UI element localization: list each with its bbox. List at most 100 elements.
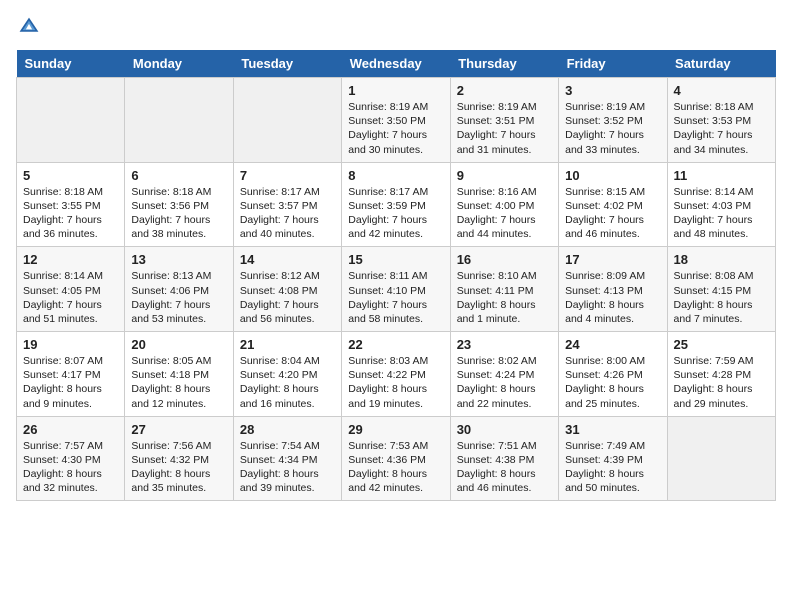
day-info: Sunset: 4:05 PM	[23, 284, 118, 298]
calendar-cell	[17, 78, 125, 163]
day-info: Sunrise: 8:07 AM	[23, 354, 118, 368]
day-number: 2	[457, 83, 552, 98]
day-number: 22	[348, 337, 443, 352]
day-info: Sunrise: 8:03 AM	[348, 354, 443, 368]
day-number: 26	[23, 422, 118, 437]
day-number: 15	[348, 252, 443, 267]
day-info: Sunset: 3:50 PM	[348, 114, 443, 128]
day-info: Sunrise: 7:56 AM	[131, 439, 226, 453]
calendar-cell: 22Sunrise: 8:03 AMSunset: 4:22 PMDayligh…	[342, 332, 450, 417]
weekday-header-saturday: Saturday	[667, 50, 775, 78]
day-info: Sunset: 4:13 PM	[565, 284, 660, 298]
day-info: Sunrise: 8:00 AM	[565, 354, 660, 368]
calendar-cell: 13Sunrise: 8:13 AMSunset: 4:06 PMDayligh…	[125, 247, 233, 332]
weekday-header-wednesday: Wednesday	[342, 50, 450, 78]
day-info: Daylight: 8 hours and 32 minutes.	[23, 467, 118, 495]
day-info: Daylight: 8 hours and 16 minutes.	[240, 382, 335, 410]
day-info: Sunset: 4:28 PM	[674, 368, 769, 382]
day-info: Daylight: 7 hours and 46 minutes.	[565, 213, 660, 241]
day-info: Daylight: 7 hours and 56 minutes.	[240, 298, 335, 326]
calendar-cell: 9Sunrise: 8:16 AMSunset: 4:00 PMDaylight…	[450, 162, 558, 247]
day-info: Sunrise: 8:11 AM	[348, 269, 443, 283]
day-info: Sunrise: 8:02 AM	[457, 354, 552, 368]
day-number: 29	[348, 422, 443, 437]
day-number: 14	[240, 252, 335, 267]
day-number: 27	[131, 422, 226, 437]
calendar-cell: 15 Sunrise: 8:11 AMSunset: 4:10 PMDayligh…	[342, 247, 450, 332]
day-number: 20	[131, 337, 226, 352]
weekday-header-monday: Monday	[125, 50, 233, 78]
weekday-header-sunday: Sunday	[17, 50, 125, 78]
day-info: Daylight: 8 hours and 29 minutes.	[674, 382, 769, 410]
day-info: Sunrise: 7:59 AM	[674, 354, 769, 368]
calendar-cell	[667, 416, 775, 501]
calendar-cell: 7Sunrise: 8:17 AMSunset: 3:57 PMDaylight…	[233, 162, 341, 247]
calendar-cell: 12Sunrise: 8:14 AMSunset: 4:05 PMDayligh…	[17, 247, 125, 332]
day-number: 24	[565, 337, 660, 352]
day-info: Daylight: 8 hours and 42 minutes.	[348, 467, 443, 495]
calendar-cell: 29Sunrise: 7:53 AMSunset: 4:36 PMDayligh…	[342, 416, 450, 501]
day-number: 25	[674, 337, 769, 352]
day-info: Sunset: 3:59 PM	[348, 199, 443, 213]
calendar-cell: 17Sunrise: 8:09 AMSunset: 4:13 PMDayligh…	[559, 247, 667, 332]
day-number: 8	[348, 168, 443, 183]
calendar-cell: 30Sunrise: 7:51 AMSunset: 4:38 PMDayligh…	[450, 416, 558, 501]
day-info: Sunrise: 8:17 AM	[348, 185, 443, 199]
day-number: 16	[457, 252, 552, 267]
calendar-cell	[125, 78, 233, 163]
day-info: Sunset: 4:06 PM	[131, 284, 226, 298]
day-info: Sunrise: 8:09 AM	[565, 269, 660, 283]
day-info: Daylight: 7 hours and 30 minutes.	[348, 128, 443, 156]
day-info: Daylight: 7 hours and 42 minutes.	[348, 213, 443, 241]
day-info: Sunset: 4:08 PM	[240, 284, 335, 298]
day-info: Daylight: 8 hours and 12 minutes.	[131, 382, 226, 410]
day-info: Daylight: 8 hours and 50 minutes.	[565, 467, 660, 495]
day-info: Sunrise: 7:54 AM	[240, 439, 335, 453]
day-info: Sunrise: 8:19 AM	[348, 100, 443, 114]
day-info: Sunset: 4:10 PM	[348, 284, 443, 298]
day-info: Daylight: 7 hours and 58 minutes.	[348, 298, 443, 326]
day-info: Daylight: 7 hours and 38 minutes.	[131, 213, 226, 241]
day-info: Sunset: 4:26 PM	[565, 368, 660, 382]
day-info: Sunrise: 8:08 AM	[674, 269, 769, 283]
calendar-cell: 26Sunrise: 7:57 AMSunset: 4:30 PMDayligh…	[17, 416, 125, 501]
page-header	[16, 16, 776, 40]
calendar-cell: 25 Sunrise: 7:59 AMSunset: 4:28 PMDayligh…	[667, 332, 775, 417]
day-number: 19	[23, 337, 118, 352]
calendar-cell: 21Sunrise: 8:04 AMSunset: 4:20 PMDayligh…	[233, 332, 341, 417]
day-number: 18	[674, 252, 769, 267]
day-number: 7	[240, 168, 335, 183]
calendar-table: SundayMondayTuesdayWednesdayThursdayFrid…	[16, 50, 776, 501]
calendar-cell: 4Sunrise: 8:18 AMSunset: 3:53 PMDaylight…	[667, 78, 775, 163]
calendar-cell: 6Sunrise: 8:18 AMSunset: 3:56 PMDaylight…	[125, 162, 233, 247]
day-info: Sunrise: 8:10 AM	[457, 269, 552, 283]
day-info: Daylight: 7 hours and 31 minutes.	[457, 128, 552, 156]
day-info: Daylight: 7 hours and 36 minutes.	[23, 213, 118, 241]
day-info: Sunrise: 8:15 AM	[565, 185, 660, 199]
calendar-cell: 19Sunrise: 8:07 AMSunset: 4:17 PMDayligh…	[17, 332, 125, 417]
day-number: 28	[240, 422, 335, 437]
day-info: Sunrise: 8:19 AM	[565, 100, 660, 114]
day-info: Sunset: 4:36 PM	[348, 453, 443, 467]
day-info: Daylight: 8 hours and 4 minutes.	[565, 298, 660, 326]
day-info: Sunset: 4:20 PM	[240, 368, 335, 382]
day-info: Sunset: 4:32 PM	[131, 453, 226, 467]
weekday-header-tuesday: Tuesday	[233, 50, 341, 78]
calendar-cell: 3Sunrise: 8:19 AMSunset: 3:52 PMDaylight…	[559, 78, 667, 163]
day-info: Daylight: 8 hours and 39 minutes.	[240, 467, 335, 495]
day-info: Daylight: 7 hours and 44 minutes.	[457, 213, 552, 241]
day-info: Daylight: 7 hours and 33 minutes.	[565, 128, 660, 156]
day-number: 10	[565, 168, 660, 183]
day-info: Sunset: 4:38 PM	[457, 453, 552, 467]
calendar-cell	[233, 78, 341, 163]
calendar-cell: 31Sunrise: 7:49 AMSunset: 4:39 PMDayligh…	[559, 416, 667, 501]
day-info: Sunset: 4:02 PM	[565, 199, 660, 213]
day-info: Daylight: 8 hours and 9 minutes.	[23, 382, 118, 410]
day-info: Sunset: 4:15 PM	[674, 284, 769, 298]
day-info: Daylight: 8 hours and 22 minutes.	[457, 382, 552, 410]
day-info: Sunrise: 8:13 AM	[131, 269, 226, 283]
day-number: 5	[23, 168, 118, 183]
calendar-cell: 27Sunrise: 7:56 AMSunset: 4:32 PMDayligh…	[125, 416, 233, 501]
day-info: Sunset: 4:34 PM	[240, 453, 335, 467]
calendar-cell: 11Sunrise: 8:14 AMSunset: 4:03 PMDayligh…	[667, 162, 775, 247]
